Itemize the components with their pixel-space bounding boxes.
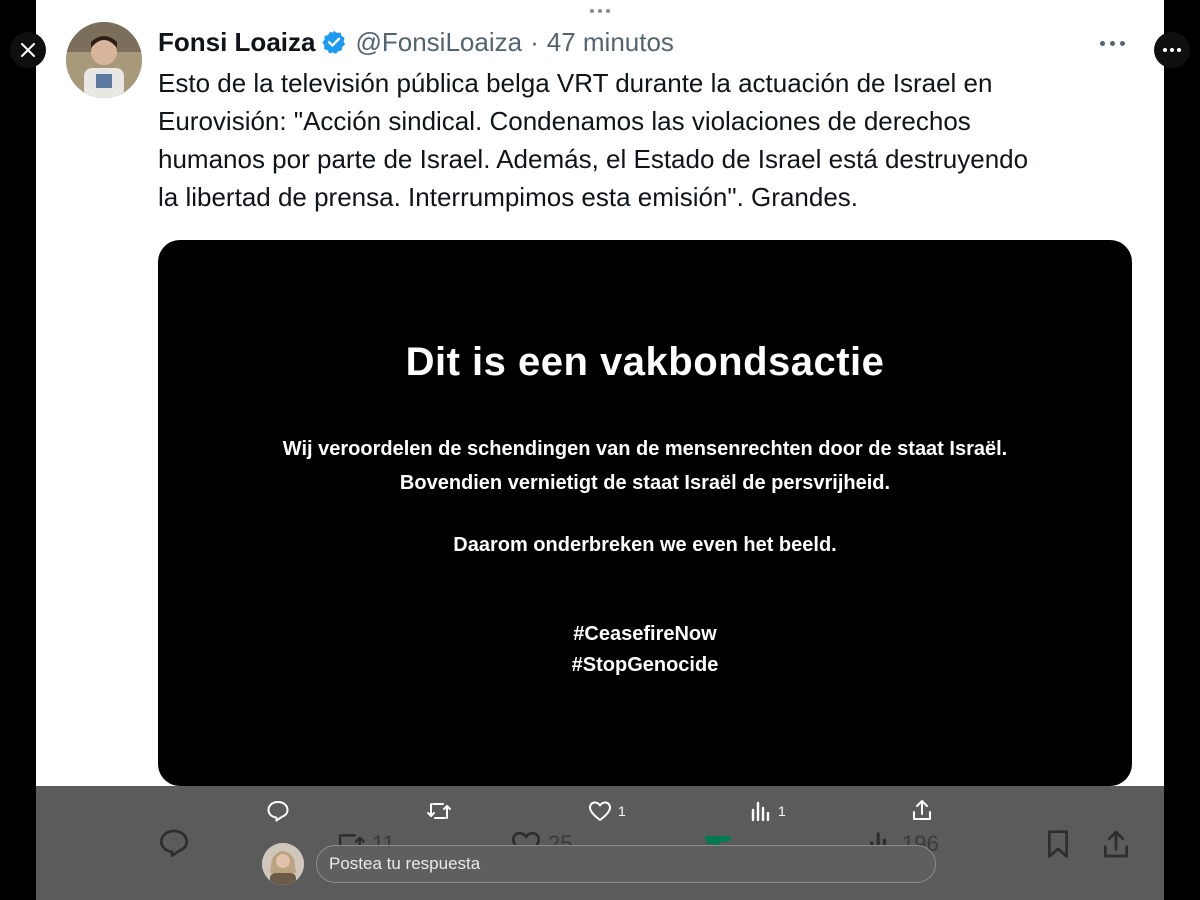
more-options-side-button[interactable]: [1154, 32, 1190, 68]
author-handle[interactable]: @FonsiLoaiza: [355, 27, 522, 58]
media-hashtag: #StopGenocide: [571, 654, 719, 676]
reply-input[interactable]: Postea tu respuesta: [316, 845, 936, 883]
tweet-text: Esto de la televisión pública belga VRT …: [158, 64, 1138, 216]
close-icon: [21, 43, 35, 57]
media-text-line: Wij veroordelen de schendingen van de me…: [282, 438, 1008, 460]
tweet-text-line: la libertad de prensa. Interrumpimos est…: [158, 182, 859, 212]
tweet-text-line: humanos por parte de Israel. Además, el …: [158, 144, 1029, 174]
media-title: Dit is een vakbondsactie: [405, 340, 885, 384]
bookmark-icon: [1048, 830, 1068, 858]
tweet-timestamp[interactable]: 47 minutos: [547, 27, 674, 58]
share-icon: [1104, 830, 1128, 858]
tweet-text-line: Eurovisión: "Acción sindical. Condenamos…: [158, 106, 971, 136]
overlay-like-button[interactable]: 1: [588, 800, 626, 822]
header-separator: ·: [530, 26, 539, 57]
overlay-like-count: 1: [618, 803, 626, 819]
media-text-line: Bovendien vernietigt de staat Israël de …: [399, 472, 891, 494]
reply-icon: [267, 801, 289, 822]
drag-handle[interactable]: [588, 6, 612, 16]
views-chart-icon: [751, 801, 770, 822]
reply-placeholder: Postea tu respuesta: [329, 854, 481, 873]
tweet-media-image[interactable]: Dit is een vakbondsactie Wij veroordelen…: [158, 240, 1132, 786]
reply-composer: Postea tu respuesta: [262, 842, 936, 886]
bookmark-button[interactable]: [1044, 828, 1072, 860]
tweet-text-line: Esto de la televisión pública belga VRT …: [158, 68, 993, 98]
heart-icon: [589, 801, 611, 821]
user-avatar-photo: [262, 843, 304, 885]
overlay-share-button[interactable]: [910, 798, 934, 822]
reply-icon: [160, 829, 188, 858]
tweet-more-button[interactable]: [1100, 38, 1132, 48]
close-button[interactable]: [10, 32, 46, 68]
reply-button[interactable]: [158, 828, 190, 858]
more-horizontal-icon: [1163, 48, 1181, 52]
overlay-reply-button[interactable]: [266, 800, 290, 822]
overlay-views-count: 1: [778, 803, 786, 819]
tweet-header: Fonsi Loaiza @FonsiLoaiza · 47 minutos: [158, 26, 674, 58]
share-icon: [913, 800, 931, 820]
retweet-icon: [427, 803, 451, 819]
media-hashtag: #CeasefireNow: [573, 623, 717, 645]
share-button[interactable]: [1100, 828, 1132, 860]
overlay-views-button[interactable]: 1: [750, 800, 786, 822]
author-avatar[interactable]: [66, 22, 142, 98]
overlay-retweet-button[interactable]: [426, 800, 452, 822]
verified-badge-icon: [321, 29, 347, 55]
current-user-avatar[interactable]: [262, 843, 304, 885]
media-text-line: Daarom onderbreken we even het beeld.: [453, 534, 837, 556]
author-name[interactable]: Fonsi Loaiza: [158, 27, 315, 58]
avatar-photo: [66, 22, 142, 98]
